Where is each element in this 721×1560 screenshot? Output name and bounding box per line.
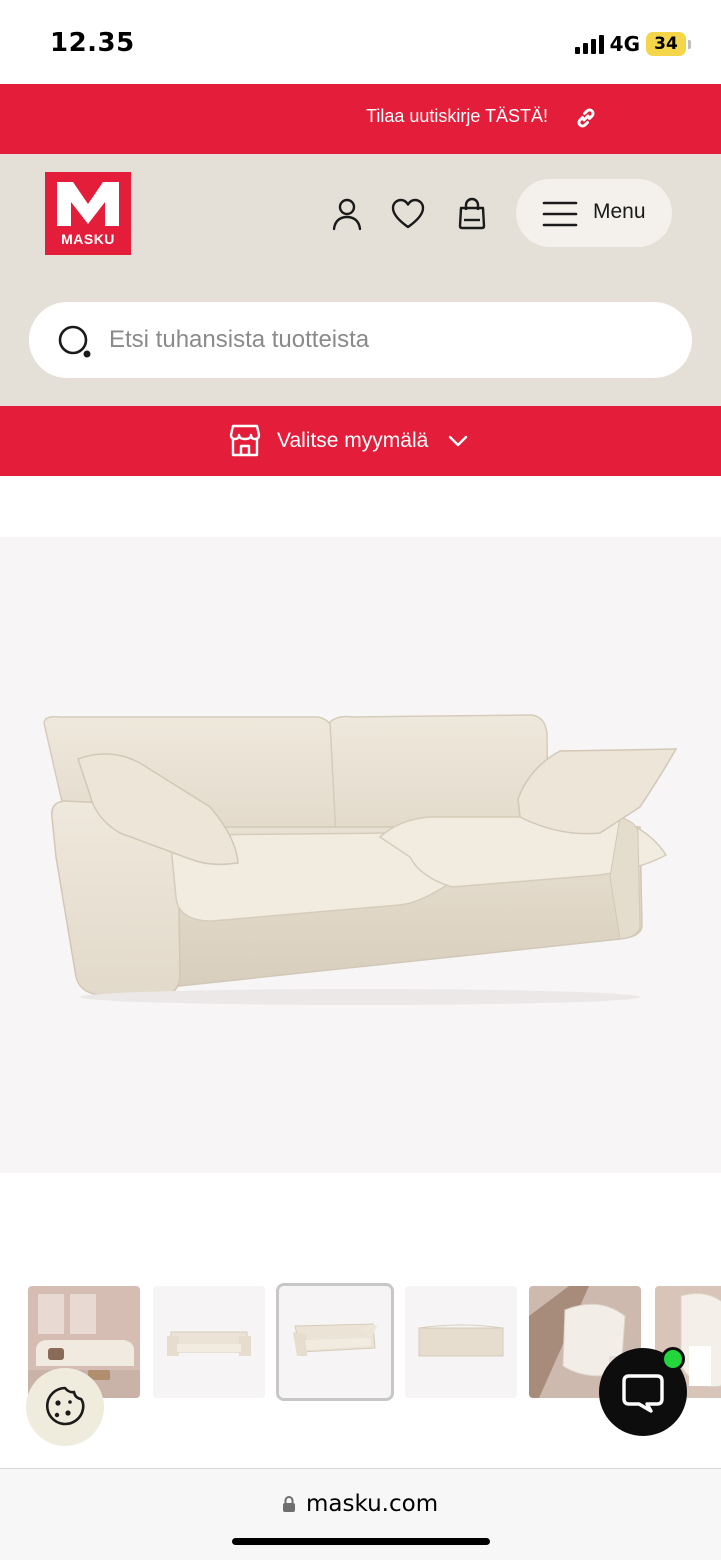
- chat-icon: [622, 1374, 664, 1413]
- promo-text[interactable]: Tilaa uutiskirje TÄSTÄ!: [366, 106, 548, 127]
- chevron-down-icon: [449, 435, 468, 447]
- status-time: 12.35: [50, 28, 135, 58]
- shopping-bag-icon[interactable]: [454, 196, 490, 232]
- url-display[interactable]: masku.com: [282, 1491, 438, 1517]
- store-selector[interactable]: Valitse myymälä: [0, 406, 721, 476]
- logo-text: MASKU: [61, 231, 115, 247]
- thumbnail-image: [153, 1286, 265, 1398]
- home-indicator[interactable]: [232, 1538, 490, 1545]
- lock-icon: [283, 1496, 295, 1512]
- status-bar: 12.35 4G 34: [0, 0, 721, 84]
- signal-icon: [574, 34, 604, 54]
- link-icon[interactable]: [574, 106, 598, 130]
- cookie-settings-button[interactable]: [26, 1368, 104, 1446]
- battery-level: 34: [646, 32, 686, 56]
- search-input[interactable]: [109, 314, 669, 366]
- hamburger-icon: [542, 201, 578, 227]
- thumbnail-sofa-angle[interactable]: [276, 1283, 394, 1401]
- online-status-dot: [661, 1347, 685, 1371]
- logo-m-mark: [57, 182, 119, 226]
- product-image[interactable]: [0, 537, 721, 1173]
- user-icon[interactable]: [329, 196, 365, 232]
- network-type: 4G: [609, 32, 640, 56]
- search-bar[interactable]: [29, 302, 692, 378]
- masku-logo[interactable]: MASKU: [45, 172, 131, 255]
- sofa-image: [43, 714, 678, 1005]
- status-indicators: 4G 34: [574, 30, 691, 58]
- browser-url-bar[interactable]: masku.com: [0, 1468, 721, 1560]
- battery-icon: 34: [646, 32, 691, 56]
- cookie-icon: [45, 1386, 85, 1426]
- heart-icon[interactable]: [390, 196, 426, 232]
- menu-label: Menu: [593, 200, 646, 223]
- thumbnail-sofa-back[interactable]: [405, 1286, 517, 1398]
- menu-button[interactable]: Menu: [516, 179, 672, 247]
- store-icon: [229, 424, 261, 457]
- thumbnail-image: [279, 1286, 391, 1398]
- search-icon: [58, 325, 91, 358]
- promo-banner[interactable]: Tilaa uutiskirje TÄSTÄ!: [0, 84, 721, 154]
- thumbnail-image: [405, 1286, 517, 1398]
- store-selector-content[interactable]: Valitse myymälä: [229, 423, 468, 459]
- url-text: masku.com: [306, 1491, 439, 1517]
- thumbnail-sofa-front[interactable]: [153, 1286, 265, 1398]
- store-selector-label: Valitse myymälä: [277, 429, 429, 452]
